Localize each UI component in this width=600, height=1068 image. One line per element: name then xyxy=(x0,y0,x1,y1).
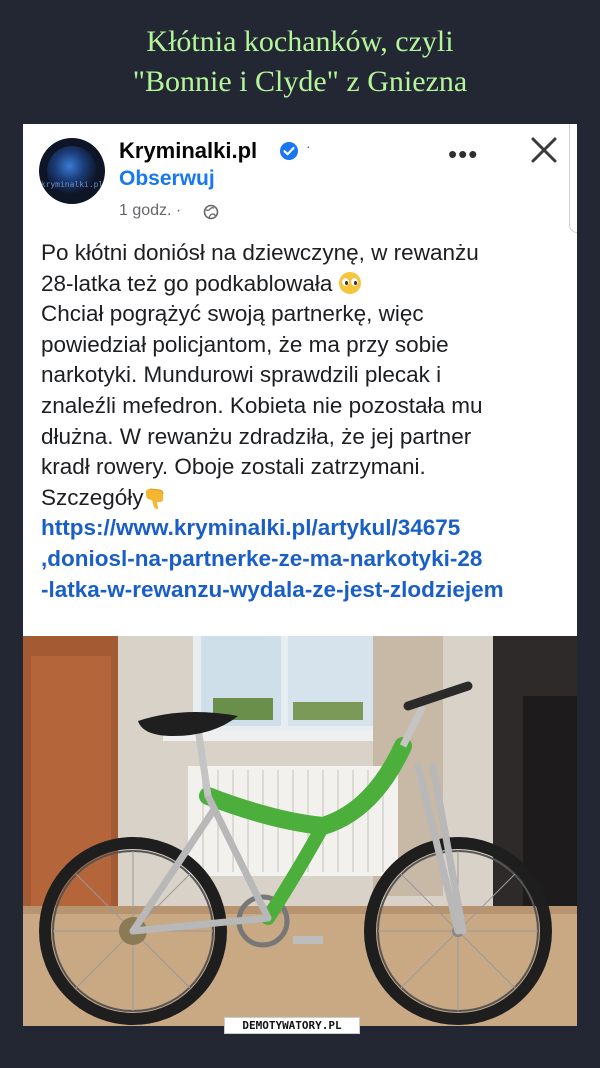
post-text-line: Po kłótni doniósł na dziewczynę, w rewan… xyxy=(41,240,479,265)
close-icon[interactable] xyxy=(526,132,562,168)
article-link[interactable]: -latka-w-rewanzu-wydala-ze-jest-zlodziej… xyxy=(41,575,571,606)
watermark: DEMOTYWATORY.PL xyxy=(224,1017,360,1034)
avatar[interactable]: kryminalki.pl xyxy=(39,138,105,204)
post-text-line: dłużna. W rewanżu zdradziła, że jej part… xyxy=(41,423,472,449)
article-link[interactable]: https://www.kryminalki.pl/artykul/34675 xyxy=(41,513,571,544)
scrollbar[interactable] xyxy=(569,124,577,233)
pleading-face-emoji xyxy=(338,271,361,294)
separator-dot: · xyxy=(306,138,311,154)
more-icon[interactable]: ••• xyxy=(448,141,478,167)
post-text-line-with-emoji: 28-latka też go podkablowała xyxy=(41,269,571,300)
bicycle-photo[interactable] xyxy=(23,636,577,1026)
facebook-post-card: kryminalki.pl Kryminalki.pl · Obserwuj 1… xyxy=(23,124,577,1026)
post-text-line-with-emoji: Szczegóły xyxy=(41,483,571,514)
verified-badge-icon xyxy=(280,142,298,160)
globe-icon xyxy=(203,204,219,220)
post-text-line: Chciał pogrążyć swoją partnerkę, więc xyxy=(41,301,424,327)
meme-title-line-1: Kłótnia kochanków, czyli xyxy=(146,25,454,58)
post-text: Po kłótni doniósł na dziewczynę, w rewan… xyxy=(41,238,571,605)
backhand-pointing-down-emoji xyxy=(145,488,164,510)
meme-title-line-2: "Bonnie i Clyde" z Gniezna xyxy=(132,65,468,98)
page-name[interactable]: Kryminalki.pl xyxy=(119,138,257,164)
post-text-line: znaleźli mefedron. Kobieta nie pozostała… xyxy=(41,392,483,418)
avatar-text: kryminalki.pl xyxy=(40,180,104,189)
follow-button[interactable]: Obserwuj xyxy=(119,167,215,191)
post-text-line: 28-latka też go podkablowała xyxy=(41,270,333,296)
post-time[interactable]: 1 godz. · xyxy=(119,202,181,220)
article-link[interactable]: ,doniosl-na-partnerke-ze-ma-narkotyki-28 xyxy=(41,544,571,575)
post-text-line: narkotyki. Mundurowi sprawdzili plecak i xyxy=(41,362,442,388)
post-text-line: Szczegóły xyxy=(41,484,144,510)
post-text-line: powiedział policjantom, że ma przy sobie xyxy=(41,331,449,357)
meme-title: Kłótnia kochanków, czyli "Bonnie i Clyde… xyxy=(0,22,600,102)
post-text-line: kradł rowery. Oboje zostali zatrzymani. xyxy=(41,454,426,480)
